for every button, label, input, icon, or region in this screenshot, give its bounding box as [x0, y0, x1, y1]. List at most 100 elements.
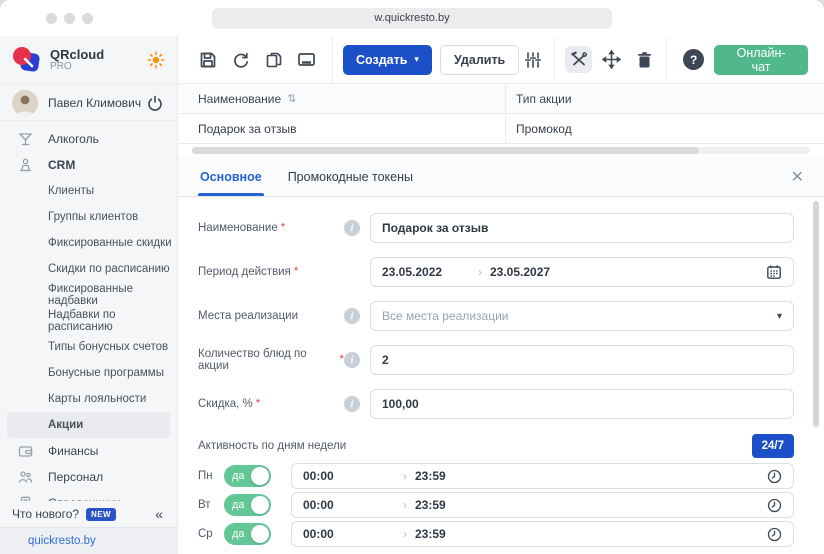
info-icon[interactable]: i — [344, 220, 360, 236]
sidebar-item-scheduled-surcharges[interactable]: Надбавки по расписанию — [0, 308, 177, 334]
sidebar-item-fixed-surcharges[interactable]: Фиксированные надбавки — [0, 282, 177, 308]
time-from[interactable]: 00:00 — [303, 498, 395, 512]
collapse-sidebar-icon[interactable]: « — [155, 506, 163, 522]
form-row-quantity: Количество блюд по акции * i 2 — [198, 345, 794, 375]
calendar-icon[interactable] — [766, 264, 782, 280]
sidebar-item-scheduled-discounts[interactable]: Скидки по расписанию — [0, 256, 177, 282]
always-active-button[interactable]: 24/7 — [752, 434, 794, 458]
toggle-label: да — [232, 499, 245, 511]
vertical-scrollbar[interactable] — [813, 201, 819, 427]
period-from[interactable]: 23.05.2022 — [382, 265, 470, 279]
tab-main[interactable]: Основное — [198, 170, 264, 196]
chevron-right-icon: › — [403, 527, 407, 541]
online-chat-button[interactable]: Онлайн-чат — [714, 45, 808, 75]
sidebar-item-label: Алкоголь — [48, 132, 99, 146]
quantity-value: 2 — [382, 353, 389, 367]
refresh-icon[interactable] — [231, 50, 250, 69]
field-label: Количество блюд по акции — [198, 348, 337, 372]
clock-icon[interactable] — [767, 498, 782, 513]
whats-new-row[interactable]: Что нового? NEW « — [0, 501, 177, 527]
sidebar-item-alcohol[interactable]: Алкоголь — [0, 126, 177, 152]
address-bar[interactable]: w.quickresto.by — [212, 8, 612, 29]
logout-power-icon[interactable] — [147, 95, 163, 111]
field-label: Наименование — [198, 222, 278, 234]
time-from[interactable]: 00:00 — [303, 527, 395, 541]
schedule-row-monday: Пн да 00:00 › 23:59 — [198, 463, 794, 489]
tools-icon[interactable] — [565, 46, 592, 73]
quantity-input[interactable]: 2 — [370, 345, 794, 375]
day-toggle[interactable]: да — [224, 465, 271, 487]
save-icon[interactable] — [198, 50, 217, 69]
sidebar-item-promotions[interactable]: Акции — [7, 412, 170, 438]
toolbar: Создать ▾ Удалить — [178, 36, 824, 84]
scrollbar-track[interactable] — [192, 147, 810, 154]
tab-promo-tokens[interactable]: Промокодные токены — [286, 170, 415, 196]
sidebar-item-client-groups[interactable]: Группы клиентов — [0, 204, 177, 230]
discount-input[interactable]: 100,00 — [370, 389, 794, 419]
trash-icon[interactable] — [631, 46, 658, 73]
sidebar-item-label: Фиксированные надбавки — [48, 283, 177, 307]
column-header-name[interactable]: Наименование ⇅ — [178, 84, 506, 113]
delete-button[interactable]: Удалить — [440, 45, 519, 75]
name-value: Подарок за отзыв — [382, 221, 488, 235]
window-dot[interactable] — [64, 13, 75, 24]
toggle-knob — [251, 496, 269, 514]
schedule-row-tuesday: Вт да 00:00 › 23:59 — [198, 492, 794, 518]
discount-value: 100,00 — [382, 397, 419, 411]
sidebar-item-staff[interactable]: Персонал — [0, 464, 177, 490]
clock-icon[interactable] — [767, 527, 782, 542]
sidebar-item-finance[interactable]: Финансы — [0, 438, 177, 464]
move-icon[interactable] — [598, 46, 625, 73]
theme-sun-icon[interactable] — [147, 51, 165, 69]
time-range-input[interactable]: 00:00 › 23:59 — [291, 521, 794, 547]
sidebar-item-label: Персонал — [48, 470, 103, 484]
day-label: Пн — [198, 470, 224, 482]
sidebar-item-fixed-discounts[interactable]: Фиксированные скидки — [0, 230, 177, 256]
quickresto-link[interactable]: quickresto.by — [28, 535, 96, 547]
name-input[interactable]: Подарок за отзыв — [370, 213, 794, 243]
martini-icon — [18, 132, 33, 147]
places-placeholder: Все места реализации — [382, 309, 509, 323]
close-icon[interactable]: ✕ — [791, 167, 804, 187]
scrollbar-thumb[interactable] — [192, 147, 699, 154]
places-select[interactable]: Все места реализации ▾ — [370, 301, 794, 331]
sidebar-item-loyalty-cards[interactable]: Карты лояльности — [0, 386, 177, 412]
time-range-input[interactable]: 00:00 › 23:59 — [291, 463, 794, 489]
sort-icon[interactable]: ⇅ — [287, 92, 296, 105]
form-row-name: Наименование * i Подарок за отзыв — [198, 213, 794, 243]
table-row[interactable]: Подарок за отзыв Промокод — [178, 114, 824, 144]
day-toggle[interactable]: да — [224, 523, 271, 545]
sidebar-item-bonus-programs[interactable]: Бонусные программы — [0, 360, 177, 386]
info-icon[interactable]: i — [344, 396, 360, 412]
sidebar-item-crm[interactable]: CRM — [0, 152, 177, 178]
day-toggle[interactable]: да — [224, 494, 271, 516]
time-to[interactable]: 23:59 — [415, 527, 446, 541]
time-to[interactable]: 23:59 — [415, 498, 446, 512]
sidebar-item-clients[interactable]: Клиенты — [0, 178, 177, 204]
clock-icon[interactable] — [767, 469, 782, 484]
time-from[interactable]: 00:00 — [303, 469, 395, 483]
sidebar-item-label: Надбавки по расписанию — [48, 309, 177, 333]
info-icon[interactable]: i — [344, 352, 360, 368]
column-header-type[interactable]: Тип акции — [506, 92, 824, 106]
info-icon[interactable]: i — [344, 308, 360, 324]
cell-promotion-name: Подарок за отзыв — [198, 122, 297, 136]
period-to[interactable]: 23.05.2027 — [490, 265, 550, 279]
window-dot[interactable] — [46, 13, 57, 24]
sidebar-item-label: Карты лояльности — [48, 393, 146, 405]
sidebar-item-bonus-account-types[interactable]: Типы бонусных счетов — [0, 334, 177, 360]
copy-icon[interactable] — [264, 50, 283, 69]
create-button[interactable]: Создать ▾ — [343, 45, 432, 75]
display-icon[interactable] — [297, 50, 316, 69]
window-controls[interactable] — [46, 13, 93, 24]
time-range-input[interactable]: 00:00 › 23:59 — [291, 492, 794, 518]
help-icon[interactable]: ? — [683, 49, 704, 70]
required-mark: * — [281, 222, 285, 234]
time-to[interactable]: 23:59 — [415, 469, 446, 483]
period-input[interactable]: 23.05.2022 › 23.05.2027 — [370, 257, 794, 287]
form-row-places: Места реализации i Все места реализации … — [198, 301, 794, 331]
user-row[interactable]: Павел Климович — [0, 84, 177, 121]
filters-icon[interactable] — [519, 46, 546, 73]
wallet-icon — [18, 444, 33, 459]
window-dot[interactable] — [82, 13, 93, 24]
